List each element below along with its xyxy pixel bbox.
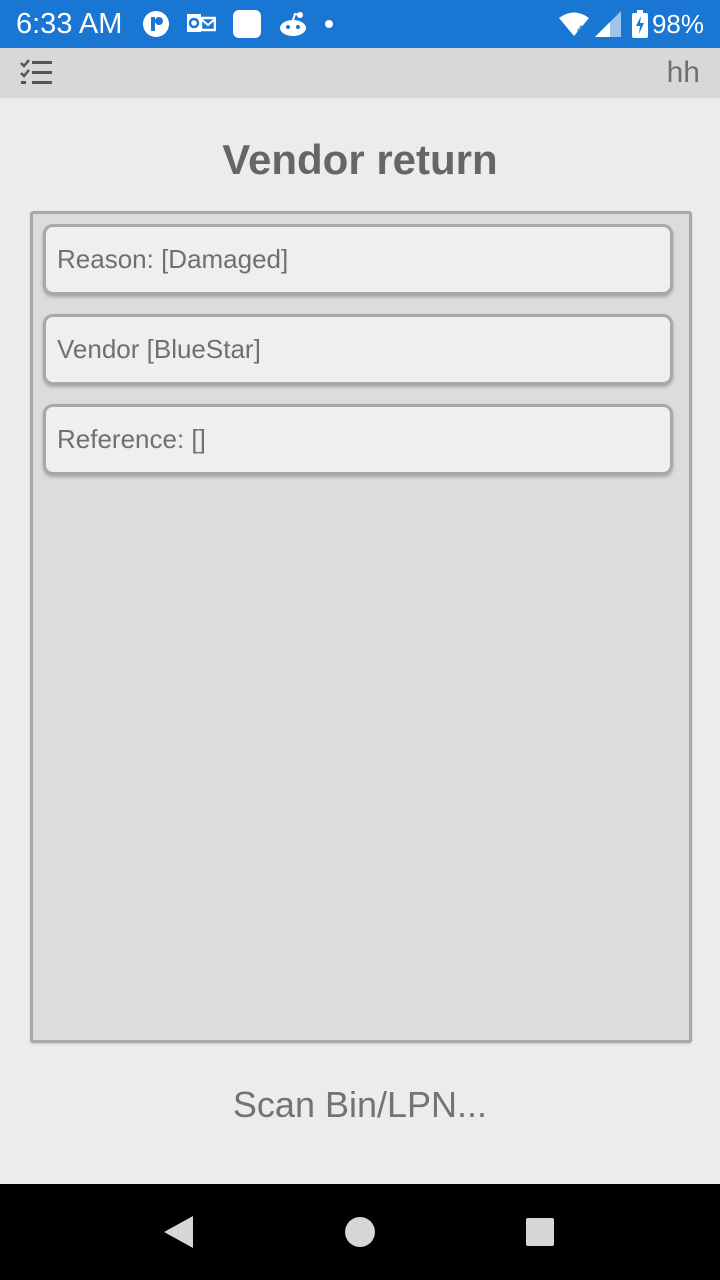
battery-charging-icon bbox=[631, 10, 648, 38]
back-icon[interactable] bbox=[160, 1214, 196, 1250]
list-item-label: Reference: [] bbox=[57, 424, 206, 454]
cell-signal-icon bbox=[594, 10, 622, 38]
battery-percent: 98% bbox=[651, 8, 704, 39]
return-details-list: Reason: [Damaged] Vendor [BlueStar] Refe… bbox=[30, 211, 692, 1043]
scan-prompt[interactable]: Scan Bin/LPN... bbox=[0, 1082, 720, 1128]
more-dot-icon bbox=[324, 19, 334, 29]
blank-app-icon bbox=[232, 9, 262, 39]
app-notification-icon bbox=[142, 10, 170, 38]
list-item-label: Vendor [BlueStar] bbox=[57, 334, 261, 364]
status-bar: 6:33 AM 4 98% bbox=[0, 0, 720, 48]
network-badge: 4 bbox=[577, 24, 583, 36]
page-title: Vendor return bbox=[222, 136, 498, 183]
system-icons: 4 98% bbox=[554, 8, 704, 40]
notification-icons bbox=[142, 8, 350, 40]
recents-icon[interactable] bbox=[522, 1214, 558, 1250]
user-label[interactable]: hh bbox=[667, 56, 700, 90]
list-item-reason[interactable]: Reason: [Damaged] bbox=[43, 224, 673, 295]
list-item-reference[interactable]: Reference: [] bbox=[43, 404, 673, 475]
screen: 6:33 AM 4 98% hh Vendor return Reason: [… bbox=[0, 0, 720, 1280]
outlook-icon bbox=[186, 11, 216, 37]
home-icon[interactable] bbox=[342, 1214, 378, 1250]
reddit-icon bbox=[278, 11, 308, 37]
nav-bar bbox=[0, 1184, 720, 1280]
status-time: 6:33 AM bbox=[16, 8, 123, 40]
toolbar: hh bbox=[0, 48, 720, 98]
list-item-label: Reason: [Damaged] bbox=[57, 244, 289, 274]
checklist-menu-icon[interactable] bbox=[16, 56, 56, 90]
list-item-vendor[interactable]: Vendor [BlueStar] bbox=[43, 314, 673, 385]
wifi-icon: 4 bbox=[558, 11, 590, 37]
